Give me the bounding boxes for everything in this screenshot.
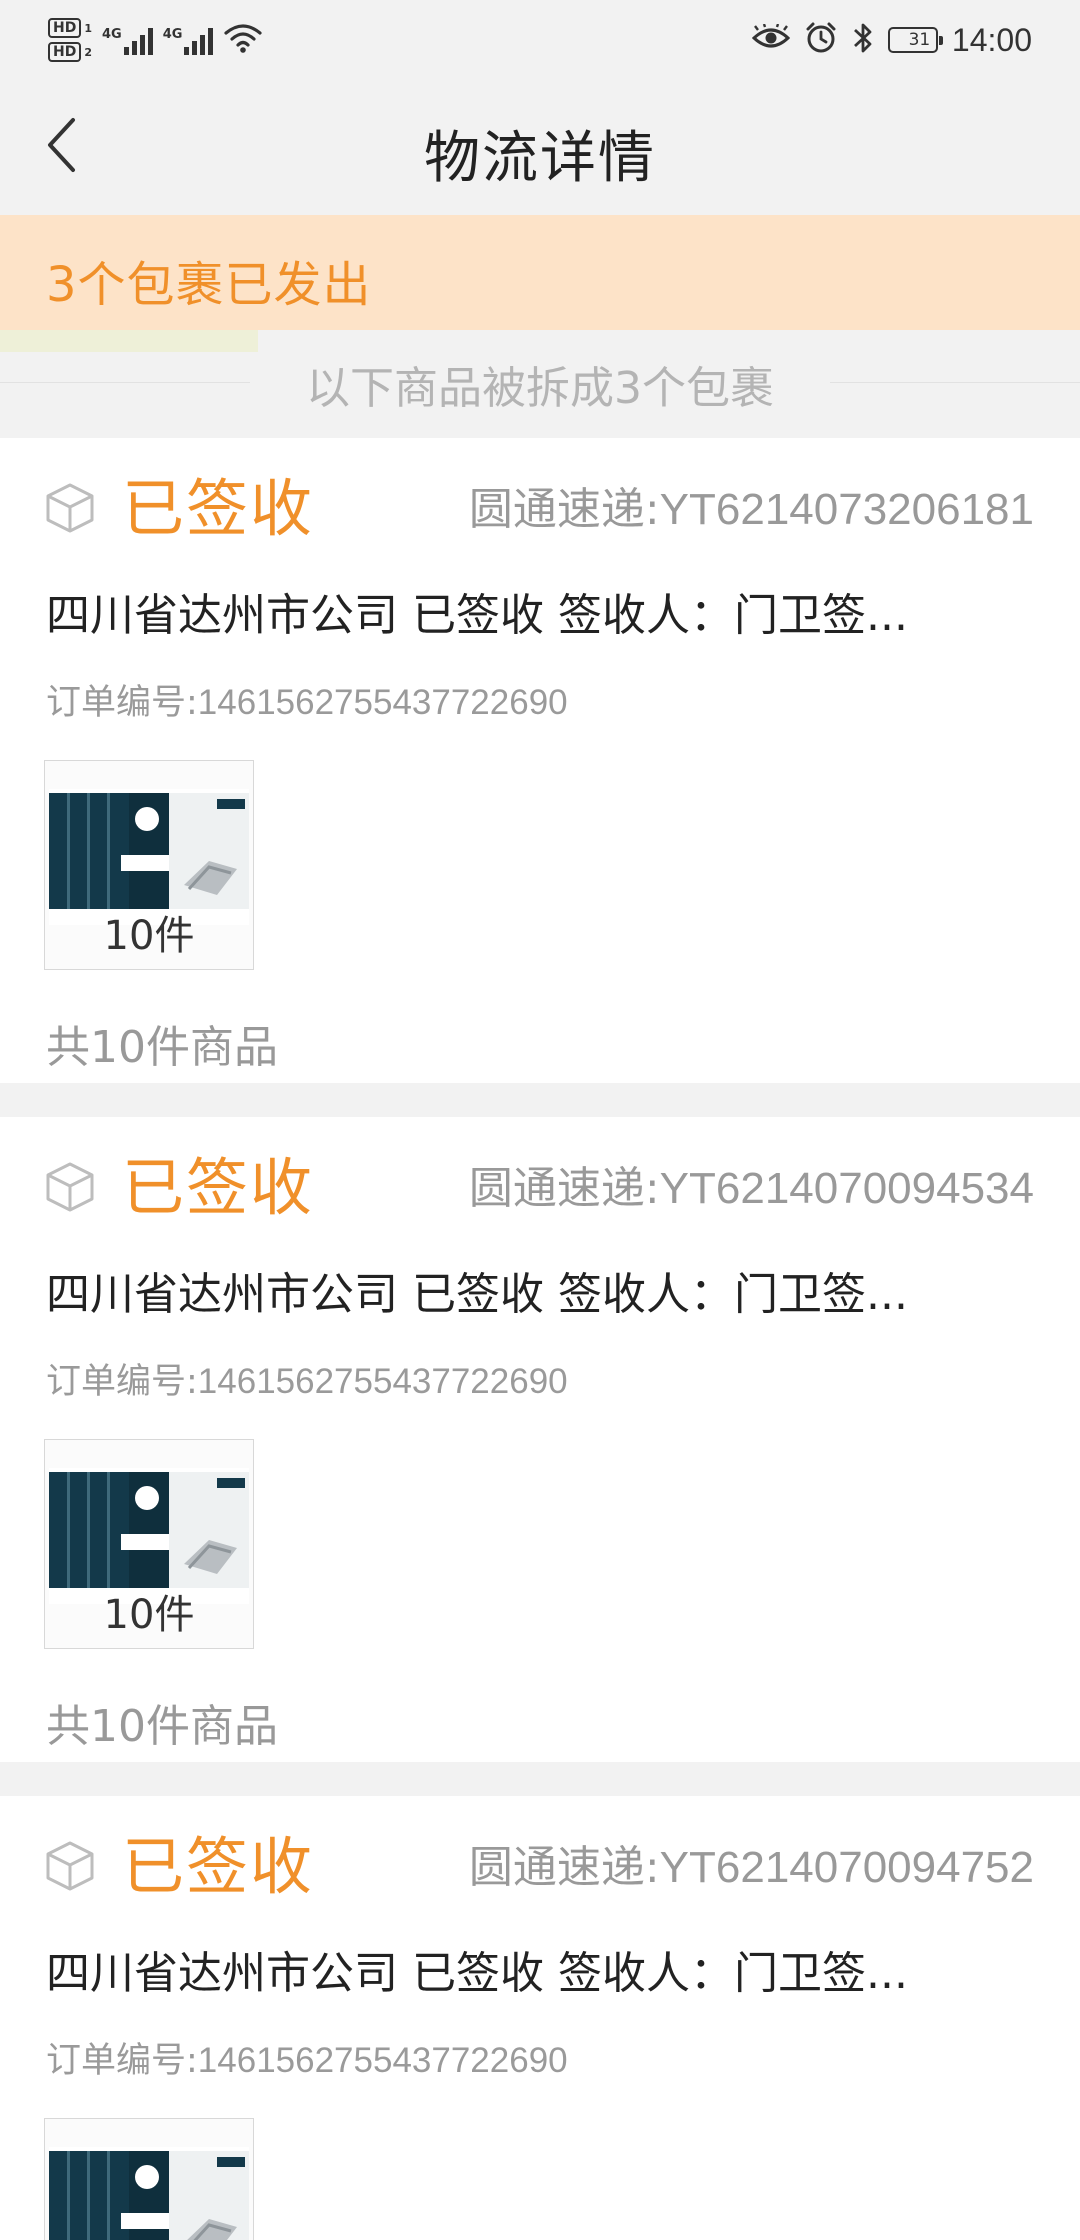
package-total: 共10件商品 [46, 1022, 278, 1073]
product-thumbnail[interactable]: 10件 [44, 1439, 254, 1649]
bluetooth-icon [852, 21, 874, 59]
eye-icon [751, 23, 791, 56]
package-status: 已签收 [122, 1830, 315, 1903]
package-card[interactable]: 已签收 圆通速递:YT6214070094752 四川省达州市公司 已签收 签收… [0, 1796, 1080, 2240]
tracking-number: YT6214070094752 [659, 1843, 1034, 1892]
package-header: 已签收 圆通速递:YT6214070094752 [0, 1826, 1080, 1906]
product-thumbnail[interactable] [44, 2118, 254, 2240]
split-notice: 以下商品被拆成3个包裹 [0, 352, 1080, 438]
tracking-number: YT6214070094534 [659, 1164, 1034, 1213]
split-divider-right [830, 382, 1080, 383]
package-box-icon [44, 1161, 96, 1213]
tracking-latest: 四川省达州市公司 已签收 签收人：门卫签... [46, 1269, 908, 1320]
product-image [49, 789, 249, 925]
wifi-icon [223, 22, 263, 58]
sim-indicators: HD 1 HD 2 [48, 18, 92, 62]
hd-sim2-icon: HD 2 [48, 42, 92, 62]
status-bar-left: HD 1 HD 2 4G 4G [48, 12, 263, 68]
status-time: 14:00 [951, 21, 1032, 58]
signal-sim1-icon: 4G [102, 25, 153, 55]
package-card[interactable]: 已签收 圆通速递:YT6214070094534 四川省达州市公司 已签收 签收… [0, 1117, 1080, 1762]
product-quantity: 10件 [103, 913, 195, 959]
logistics-detail-screen: HD 1 HD 2 4G 4G 31 14:00 物流详情 3个包裹已发出 以下… [0, 0, 1080, 2240]
tracking-number: YT6214073206181 [659, 485, 1034, 534]
hd-sim1-icon: HD 1 [48, 18, 92, 38]
product-image [49, 1468, 249, 1604]
product-image [49, 2147, 249, 2240]
package-carrier[interactable]: 圆通速递:YT6214070094752 [469, 1840, 1034, 1896]
package-carrier[interactable]: 圆通速递:YT6214070094534 [469, 1161, 1034, 1217]
package-header: 已签收 圆通速递:YT6214073206181 [0, 468, 1080, 548]
package-header: 已签收 圆通速递:YT6214070094534 [0, 1147, 1080, 1227]
alarm-icon [804, 21, 838, 59]
order-number: 订单编号:1461562755437722690 [46, 1362, 568, 1402]
product-quantity: 10件 [103, 1592, 195, 1638]
battery-icon: 31 [887, 27, 943, 53]
status-bar-right: 31 14:00 [751, 12, 1032, 68]
split-notice-text: 以下商品被拆成3个包裹 [274, 352, 806, 416]
order-number: 订单编号:1461562755437722690 [46, 2041, 568, 2081]
package-box-icon [44, 1840, 96, 1892]
page-title: 物流详情 [424, 126, 656, 191]
package-box-icon [44, 482, 96, 534]
banner-progress [0, 330, 1080, 352]
package-status: 已签收 [122, 1151, 315, 1224]
nav-header: 物流详情 [0, 80, 1080, 215]
package-total: 共10件商品 [46, 1701, 278, 1752]
signal-sim2-icon: 4G [163, 25, 214, 55]
order-number: 订单编号:1461562755437722690 [46, 683, 568, 723]
tracking-latest: 四川省达州市公司 已签收 签收人：门卫签... [46, 590, 908, 641]
package-card[interactable]: 已签收 圆通速递:YT6214073206181 四川省达州市公司 已签收 签收… [0, 438, 1080, 1083]
split-divider-left [0, 382, 250, 383]
shipment-banner-text: 3个包裹已发出 [46, 257, 372, 313]
shipment-banner: 3个包裹已发出 [0, 215, 1080, 330]
product-thumbnail[interactable]: 10件 [44, 760, 254, 970]
package-status: 已签收 [122, 472, 315, 545]
status-bar: HD 1 HD 2 4G 4G 31 14:00 [0, 0, 1080, 80]
tracking-latest: 四川省达州市公司 已签收 签收人：门卫签... [46, 1948, 908, 1999]
package-carrier[interactable]: 圆通速递:YT6214073206181 [469, 482, 1034, 538]
